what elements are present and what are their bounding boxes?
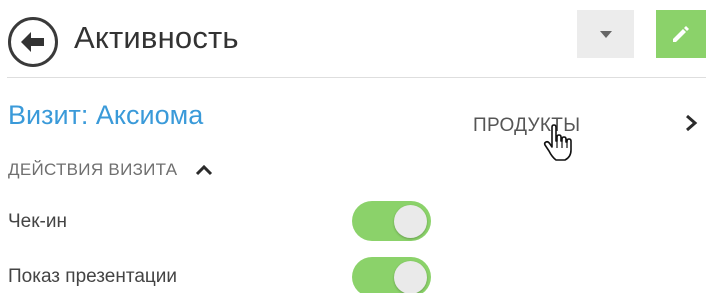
presentation-toggle[interactable] xyxy=(352,257,431,293)
action-label-presentation: Показ презентации xyxy=(8,266,178,287)
chevron-right-icon[interactable] xyxy=(683,113,699,133)
toggle-knob xyxy=(394,261,427,293)
back-arrow-icon xyxy=(21,32,44,52)
record-title: Визит: Аксиома xyxy=(8,100,204,130)
page-header: Активность xyxy=(0,0,706,78)
hand-cursor-icon xyxy=(543,124,572,161)
checkin-toggle[interactable] xyxy=(352,201,431,241)
page-title: Активность xyxy=(74,20,239,55)
visit-actions-section-header[interactable]: ДЕЙСТВИЯ ВИЗИТА xyxy=(8,160,213,180)
section-label: ДЕЙСТВИЯ ВИЗИТА xyxy=(8,160,178,179)
pencil-icon xyxy=(673,26,689,42)
toggle-knob xyxy=(394,205,427,238)
actions-dropdown-button[interactable] xyxy=(577,10,634,58)
caret-down-icon xyxy=(599,30,612,38)
chevron-up-icon[interactable] xyxy=(195,163,213,177)
edit-button[interactable] xyxy=(656,10,706,58)
back-button[interactable] xyxy=(8,17,58,67)
action-label-checkin: Чек-ин xyxy=(8,211,67,232)
header-divider xyxy=(7,77,706,78)
